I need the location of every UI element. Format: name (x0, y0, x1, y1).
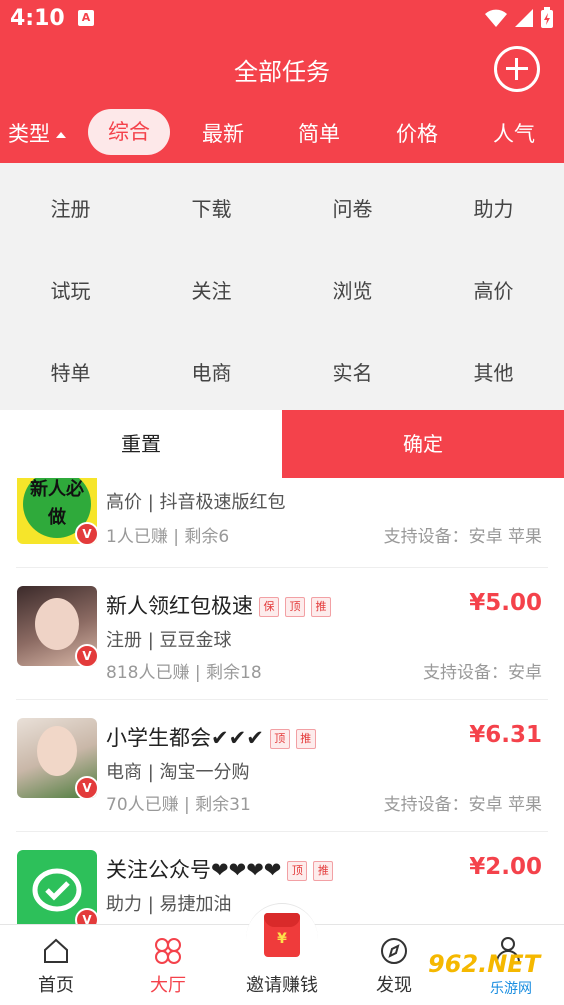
filter-actions: 重置 确定 (0, 410, 564, 478)
nav-invite-label: 邀请赚钱 (246, 975, 318, 996)
tab-simple[interactable]: 简单 (298, 118, 340, 148)
tag-top: 顶 (269, 729, 290, 749)
verified-icon: V (75, 776, 97, 798)
task-subtitle: 高价 | 抖音极速版红包 (106, 492, 286, 513)
tag-recommend: 推 (295, 729, 316, 749)
nav-hall[interactable]: 大厅 (112, 925, 224, 1005)
avatar (37, 726, 77, 776)
task-price: ¥5.00 (469, 590, 542, 616)
confirm-button[interactable]: 确定 (282, 410, 564, 478)
task-item[interactable]: 新人必做 V 高价 | 抖音极速版红包 1人已赚 | 剩余6 支持设备：安卓 苹… (0, 478, 564, 568)
verified-icon: V (75, 908, 97, 924)
filter-option[interactable]: 高价 (423, 275, 564, 304)
task-earned: 818人已赚 | (106, 663, 201, 683)
task-earned: 70人已赚 | (106, 795, 190, 815)
task-remaining: 剩余6 (184, 527, 230, 547)
system-icons (484, 7, 554, 29)
task-thumbnail: V (17, 718, 97, 798)
status-bar: 4:10 A (0, 0, 564, 38)
verified-icon: V (75, 522, 97, 544)
type-label: 类型 (8, 122, 50, 146)
page-title: 全部任务 (234, 58, 330, 86)
tag-top: 顶 (285, 597, 305, 617)
header: 4:10 A 全部任务 类型 综合 最新 简单 价格 人气 (0, 0, 564, 163)
task-price: ¥6.31 (469, 722, 542, 748)
tag-guarantee: 保 (259, 597, 279, 617)
task-devices: 支持设备：安卓 苹果 (383, 527, 542, 547)
signal-icon (515, 9, 533, 27)
filter-option[interactable]: 特单 (0, 357, 141, 386)
task-thumbnail: V (17, 850, 97, 924)
task-subtitle: 助力 | 易捷加油 (106, 894, 232, 915)
nav-home[interactable]: 首页 (0, 925, 112, 1005)
tab-latest[interactable]: 最新 (202, 118, 244, 148)
tab-price[interactable]: 价格 (396, 118, 438, 148)
filter-option[interactable]: 浏览 (282, 275, 423, 304)
verified-icon: V (75, 644, 97, 666)
task-title: 新人领红包极速保顶推 (106, 590, 331, 620)
filter-option[interactable]: 试玩 (0, 275, 141, 304)
site-watermark: 962.NET 乐游网 (428, 950, 558, 1000)
home-icon (44, 938, 68, 963)
task-remaining: 剩余31 (195, 795, 251, 815)
task-devices: 支持设备：安卓 苹果 (383, 795, 542, 815)
type-dropdown[interactable]: 类型 (8, 118, 66, 148)
task-price: ¥2.00 (469, 854, 542, 880)
battery-icon (541, 7, 553, 28)
nav-hall-label: 大厅 (150, 975, 186, 996)
filter-option[interactable]: 注册 (0, 193, 141, 222)
plus-circle-icon[interactable] (494, 46, 540, 92)
sort-tabs: 类型 综合 最新 简单 价格 人气 (0, 106, 564, 158)
tag-top: 顶 (287, 861, 308, 881)
task-list: 新人必做 V 高价 | 抖音极速版红包 1人已赚 | 剩余6 支持设备：安卓 苹… (0, 478, 564, 924)
task-stats: 818人已赚 | 剩余18 (106, 658, 262, 683)
task-thumbnail: 新人必做 V (17, 478, 97, 544)
hall-icon (155, 938, 181, 964)
task-earned: 1人已赚 | (106, 527, 179, 547)
task-stats: 70人已赚 | 剩余31 (106, 790, 251, 815)
filter-option[interactable]: 实名 (282, 357, 423, 386)
type-filter-panel: 注册 下载 问卷 助力 试玩 关注 浏览 高价 特单 电商 实名 其他 (0, 163, 564, 410)
tab-popular[interactable]: 人气 (493, 118, 535, 148)
filter-option[interactable]: 关注 (141, 275, 282, 304)
task-subtitle: 注册 | 豆豆金球 (106, 630, 232, 651)
filter-option[interactable]: 助力 (423, 193, 564, 222)
task-stats: 1人已赚 | 剩余6 (106, 522, 229, 547)
filter-option[interactable]: 其他 (423, 357, 564, 386)
compass-icon (381, 938, 407, 964)
red-envelope-icon[interactable]: ¥ (264, 913, 300, 957)
notification-icon: A (78, 10, 94, 26)
task-remaining: 剩余18 (206, 663, 262, 683)
nav-home-label: 首页 (38, 975, 74, 996)
watermark-sub: 乐游网 (490, 981, 532, 997)
task-item[interactable]: V 小学生都会✔✔✔ 顶推 ¥6.31 电商 | 淘宝一分购 70人已赚 | 剩余… (0, 700, 564, 832)
task-title: 关注公众号❤❤❤❤ 顶推 (106, 854, 334, 884)
tab-comprehensive[interactable]: 综合 (88, 109, 170, 155)
filter-option[interactable]: 下载 (141, 193, 282, 222)
tag-recommend: 推 (313, 861, 334, 881)
reset-button[interactable]: 重置 (0, 410, 282, 478)
caret-up-icon (56, 132, 66, 138)
avatar (35, 598, 79, 650)
watermark-text: 962.NET (428, 950, 541, 978)
status-time: 4:10 (10, 6, 65, 31)
tag-recommend: 推 (311, 597, 331, 617)
task-title: 小学生都会✔✔✔ 顶推 (106, 722, 316, 752)
task-thumbnail: V (17, 586, 97, 666)
filter-option[interactable]: 电商 (141, 357, 282, 386)
task-item[interactable]: V 新人领红包极速保顶推 ¥5.00 注册 | 豆豆金球 818人已赚 | 剩余… (0, 568, 564, 700)
filter-option[interactable]: 问卷 (282, 193, 423, 222)
wifi-icon (485, 9, 507, 27)
task-subtitle: 电商 | 淘宝一分购 (106, 762, 250, 783)
task-devices: 支持设备：安卓 (423, 663, 542, 683)
